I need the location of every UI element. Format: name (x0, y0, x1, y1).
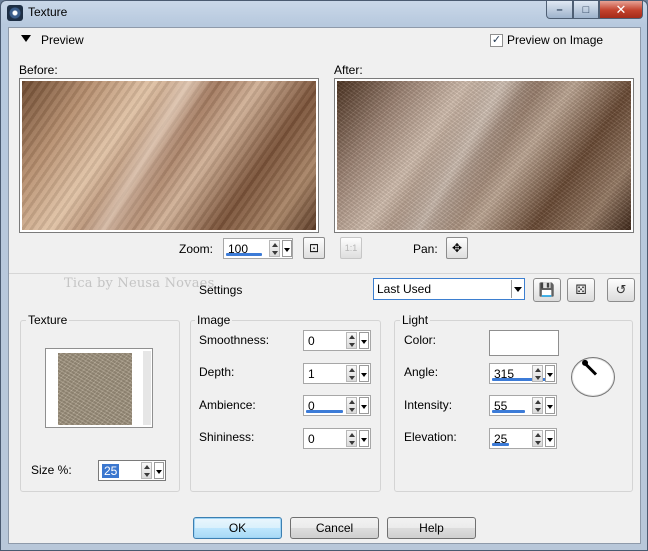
cancel-button[interactable]: Cancel (290, 517, 379, 539)
light-group-title: Light (400, 313, 431, 327)
elevation-input[interactable]: 25 (489, 428, 557, 449)
ambience-input[interactable]: 0 (303, 395, 371, 416)
zoom-label: Zoom: (179, 242, 214, 256)
ambience-label: Ambience: (199, 398, 256, 412)
intensity-dropdown-button[interactable] (545, 397, 555, 414)
elevation-label: Elevation: (404, 430, 457, 444)
pan-label: Pan: (413, 242, 438, 256)
zoom-one-to-one-button: 1:1 (340, 237, 362, 259)
zoom-slider-bar[interactable] (226, 253, 262, 256)
smoothness-input[interactable]: 0 (303, 330, 371, 351)
reset-button[interactable]: ↺ (607, 278, 635, 302)
window-title: Texture (28, 5, 68, 19)
elevation-dropdown-button[interactable] (545, 430, 555, 447)
intensity-label: Intensity: (404, 398, 453, 412)
color-label: Color: (404, 333, 437, 347)
preview-on-image-label[interactable]: Preview on Image (507, 33, 603, 47)
divider (9, 273, 640, 274)
shininess-dropdown-button[interactable] (359, 430, 369, 447)
depth-dropdown-button[interactable] (359, 365, 369, 382)
zoom-fit-button[interactable]: ⊡ (303, 237, 325, 259)
save-preset-icon: 💾 (538, 282, 556, 297)
after-label: After: (334, 63, 363, 77)
size-dropdown-button[interactable] (154, 462, 164, 479)
size-spinner[interactable] (141, 462, 152, 479)
image-group-title: Image (195, 313, 233, 327)
randomize-dice-icon: ⚄ (575, 282, 587, 297)
texture-picker[interactable] (45, 348, 153, 428)
texture-scrollbar[interactable] (143, 351, 151, 425)
maximize-button[interactable]: □ (573, 1, 599, 19)
angle-dial[interactable] (571, 357, 615, 397)
chevron-down-icon[interactable] (511, 280, 523, 298)
randomize-button[interactable]: ⚄ (567, 278, 595, 302)
after-image (337, 81, 631, 230)
ok-button[interactable]: OK (193, 517, 282, 539)
zoom-fit-icon: ⊡ (308, 241, 320, 255)
elevation-slider-bar[interactable] (492, 443, 509, 446)
before-image (22, 81, 316, 230)
settings-label: Settings (199, 283, 243, 297)
pan-move-icon: ✥ (451, 241, 463, 255)
smoothness-spinner[interactable] (346, 332, 357, 349)
zoom-input[interactable]: 100 (223, 238, 293, 259)
shininess-input[interactable]: 0 (303, 428, 371, 449)
texture-app-icon (7, 5, 23, 21)
collapse-triangle-icon[interactable] (21, 35, 31, 42)
depth-input[interactable]: 1 (303, 363, 371, 384)
ambience-spinner[interactable] (346, 397, 357, 414)
angle-input[interactable]: 315 (489, 363, 557, 384)
texture-swatch[interactable] (58, 353, 132, 425)
pan-button[interactable]: ✥ (446, 237, 468, 259)
reset-icon: ↺ (615, 282, 627, 297)
size-value: 25 (102, 464, 120, 478)
angle-spinner[interactable] (532, 365, 543, 382)
dialog-window: Texture – □ ✕ Preview ✓ Preview on Image… (0, 0, 648, 551)
intensity-spinner[interactable] (532, 397, 543, 414)
angle-needle-icon (582, 361, 598, 376)
depth-value: 1 (308, 367, 315, 381)
before-label: Before: (19, 63, 58, 77)
depth-label: Depth: (199, 365, 235, 379)
preset-value: Last Used (377, 282, 432, 296)
one-to-one-icon: 1:1 (344, 243, 358, 253)
minimize-button[interactable]: – (546, 1, 573, 19)
size-input[interactable]: 25 (98, 460, 166, 481)
texture-group-title: Texture (26, 313, 70, 327)
smoothness-value: 0 (308, 334, 315, 348)
close-button[interactable]: ✕ (599, 1, 643, 19)
preset-select[interactable]: Last Used (373, 278, 525, 300)
after-preview[interactable] (334, 78, 634, 233)
zoom-dropdown-button[interactable] (282, 240, 292, 257)
preview-on-image-checkbox[interactable]: ✓ (490, 34, 503, 47)
smoothness-dropdown-button[interactable] (359, 332, 369, 349)
ambience-dropdown-button[interactable] (359, 397, 369, 414)
elevation-spinner[interactable] (532, 430, 543, 447)
ambience-slider-bar[interactable] (306, 410, 343, 413)
angle-label: Angle: (404, 365, 439, 379)
title-bar[interactable]: Texture – □ ✕ (1, 1, 647, 25)
shininess-label: Shininess: (199, 430, 255, 444)
save-preset-button[interactable]: 💾 (533, 278, 561, 302)
depth-spinner[interactable] (346, 365, 357, 382)
shininess-spinner[interactable] (346, 430, 357, 447)
before-preview[interactable] (19, 78, 319, 233)
intensity-input[interactable]: 55 (489, 395, 557, 416)
light-color-swatch[interactable] (489, 330, 559, 356)
smoothness-label: Smoothness: (199, 333, 270, 347)
dialog-client-area: Preview ✓ Preview on Image Before: After… (8, 27, 641, 544)
watermark-text: Tica by Neusa Novaes (64, 276, 215, 291)
zoom-spinner[interactable] (269, 240, 280, 257)
angle-dropdown-button[interactable] (545, 365, 555, 382)
intensity-slider-bar[interactable] (492, 410, 525, 413)
preview-heading: Preview (41, 33, 84, 47)
shininess-value: 0 (308, 432, 315, 446)
help-button[interactable]: Help (387, 517, 476, 539)
size-label: Size %: (31, 463, 72, 477)
